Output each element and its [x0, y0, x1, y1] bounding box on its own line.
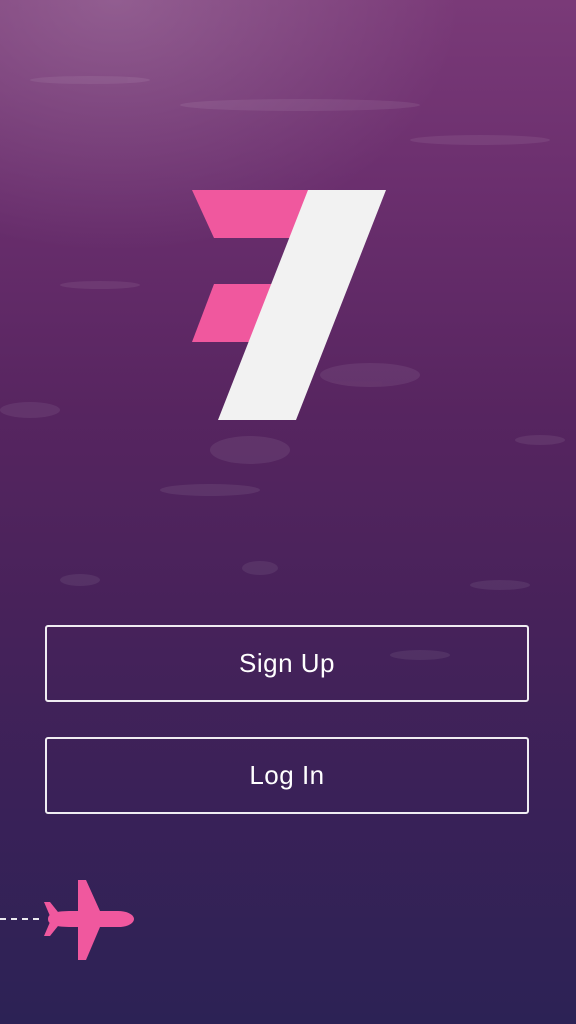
sign-up-button[interactable]: Sign Up — [45, 625, 529, 702]
brand-logo — [192, 190, 386, 420]
plane-body — [48, 911, 134, 927]
airplane-icon — [0, 880, 134, 960]
log-in-button[interactable]: Log In — [45, 737, 529, 814]
plane-wing-top — [78, 880, 100, 911]
plane-wing-bottom — [78, 927, 100, 960]
background-sky — [0, 0, 576, 660]
